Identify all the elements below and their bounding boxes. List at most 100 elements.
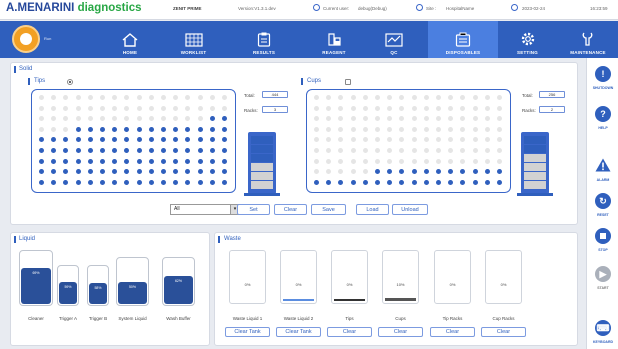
nav-qc[interactable]: QC bbox=[362, 21, 426, 58]
rack-position[interactable] bbox=[112, 148, 118, 153]
rack-position[interactable] bbox=[148, 126, 154, 132]
rack-position[interactable] bbox=[362, 105, 368, 111]
rack-position[interactable] bbox=[472, 148, 478, 153]
rack-position[interactable] bbox=[326, 179, 332, 185]
rack-position[interactable] bbox=[124, 137, 130, 143]
rack-position[interactable] bbox=[173, 169, 179, 175]
rack-position[interactable] bbox=[100, 158, 105, 164]
rack-position[interactable] bbox=[423, 148, 429, 153]
rack-position[interactable] bbox=[51, 95, 57, 100]
rack-position[interactable] bbox=[197, 179, 203, 185]
rack-position[interactable] bbox=[112, 105, 118, 111]
rack-position[interactable] bbox=[314, 126, 319, 132]
rack-position[interactable] bbox=[387, 95, 393, 100]
rack-position[interactable] bbox=[185, 95, 191, 100]
rack-position[interactable] bbox=[87, 116, 93, 122]
rack-position[interactable] bbox=[411, 95, 417, 100]
rack-position[interactable] bbox=[460, 116, 466, 122]
rack-position[interactable] bbox=[375, 95, 380, 100]
rack-position[interactable] bbox=[460, 158, 466, 164]
nav-reagent[interactable]: REAGENT bbox=[302, 21, 366, 58]
rack-position[interactable] bbox=[185, 179, 191, 185]
rack-position[interactable] bbox=[197, 148, 203, 153]
rack-position[interactable] bbox=[423, 158, 429, 164]
rack-position[interactable] bbox=[472, 116, 478, 122]
rack-position[interactable] bbox=[326, 148, 332, 153]
rack-position[interactable] bbox=[448, 116, 454, 122]
rack-position[interactable] bbox=[436, 169, 441, 175]
rack-position[interactable] bbox=[411, 169, 417, 175]
rack-position[interactable] bbox=[411, 105, 417, 111]
rack-position[interactable] bbox=[387, 158, 393, 164]
rack-position[interactable] bbox=[161, 95, 166, 100]
clear-button[interactable]: Clear bbox=[430, 327, 475, 337]
rack-position[interactable] bbox=[326, 169, 332, 175]
rack-position[interactable] bbox=[100, 126, 105, 132]
cups-rack[interactable] bbox=[306, 89, 511, 193]
rack-position[interactable] bbox=[100, 105, 105, 111]
rack-position[interactable] bbox=[484, 137, 490, 143]
rack-position[interactable] bbox=[399, 158, 405, 164]
rack-position[interactable] bbox=[136, 169, 142, 175]
rack-position[interactable] bbox=[39, 116, 44, 122]
rack-position[interactable] bbox=[436, 137, 441, 143]
rack-position[interactable] bbox=[39, 148, 44, 153]
stop-button[interactable]: STOP bbox=[587, 228, 618, 252]
rack-position[interactable] bbox=[197, 137, 203, 143]
nav-results[interactable]: RESULTS bbox=[232, 21, 296, 58]
rack-position[interactable] bbox=[375, 137, 380, 143]
rack-position[interactable] bbox=[75, 158, 81, 164]
rack-position[interactable] bbox=[112, 137, 118, 143]
rack-position[interactable] bbox=[112, 158, 118, 164]
rack-position[interactable] bbox=[209, 179, 215, 185]
rack-position[interactable] bbox=[387, 179, 393, 185]
rack-position[interactable] bbox=[484, 116, 490, 122]
tips-racks-field[interactable]: 3 bbox=[262, 106, 288, 113]
rack-position[interactable] bbox=[100, 148, 105, 153]
rack-position[interactable] bbox=[423, 116, 429, 122]
rack-position[interactable] bbox=[136, 137, 142, 143]
rack-position[interactable] bbox=[362, 95, 368, 100]
rack-position[interactable] bbox=[338, 126, 344, 132]
rack-position[interactable] bbox=[484, 158, 490, 164]
rack-position[interactable] bbox=[148, 169, 154, 175]
rack-position[interactable] bbox=[148, 105, 154, 111]
clear-button[interactable]: Clear bbox=[378, 327, 423, 337]
rack-position[interactable] bbox=[350, 158, 356, 164]
rack-position[interactable] bbox=[161, 116, 166, 122]
rack-position[interactable] bbox=[497, 148, 502, 153]
rack-position[interactable] bbox=[362, 137, 368, 143]
rack-position[interactable] bbox=[314, 116, 319, 122]
rack-position[interactable] bbox=[124, 179, 130, 185]
rack-position[interactable] bbox=[460, 179, 466, 185]
rack-position[interactable] bbox=[362, 126, 368, 132]
tips-radio[interactable] bbox=[67, 79, 73, 85]
rack-position[interactable] bbox=[460, 137, 466, 143]
rack-position[interactable] bbox=[387, 169, 393, 175]
rack-position[interactable] bbox=[411, 148, 417, 153]
rack-position[interactable] bbox=[161, 148, 166, 153]
cups-total-field[interactable]: 256 bbox=[539, 91, 565, 98]
rack-position[interactable] bbox=[75, 169, 81, 175]
rack-position[interactable] bbox=[63, 148, 69, 153]
rack-position[interactable] bbox=[100, 169, 105, 175]
nav-disposables[interactable]: DISPOSABLES bbox=[428, 21, 498, 58]
rack-position[interactable] bbox=[399, 137, 405, 143]
rack-position[interactable] bbox=[209, 137, 215, 143]
rack-position[interactable] bbox=[326, 105, 332, 111]
rack-position[interactable] bbox=[63, 116, 69, 122]
rack-position[interactable] bbox=[375, 179, 380, 185]
rack-position[interactable] bbox=[63, 179, 69, 185]
rack-position[interactable] bbox=[222, 148, 227, 153]
rack-position[interactable] bbox=[399, 116, 405, 122]
rack-position[interactable] bbox=[87, 179, 93, 185]
rack-position[interactable] bbox=[314, 158, 319, 164]
nav-maintenance[interactable]: MAINTENANCE bbox=[558, 21, 618, 58]
rack-position[interactable] bbox=[112, 126, 118, 132]
rack-position[interactable] bbox=[448, 179, 454, 185]
rack-position[interactable] bbox=[497, 169, 502, 175]
rack-position[interactable] bbox=[326, 158, 332, 164]
rack-position[interactable] bbox=[484, 126, 490, 132]
rack-position[interactable] bbox=[326, 95, 332, 100]
rack-position[interactable] bbox=[63, 158, 69, 164]
